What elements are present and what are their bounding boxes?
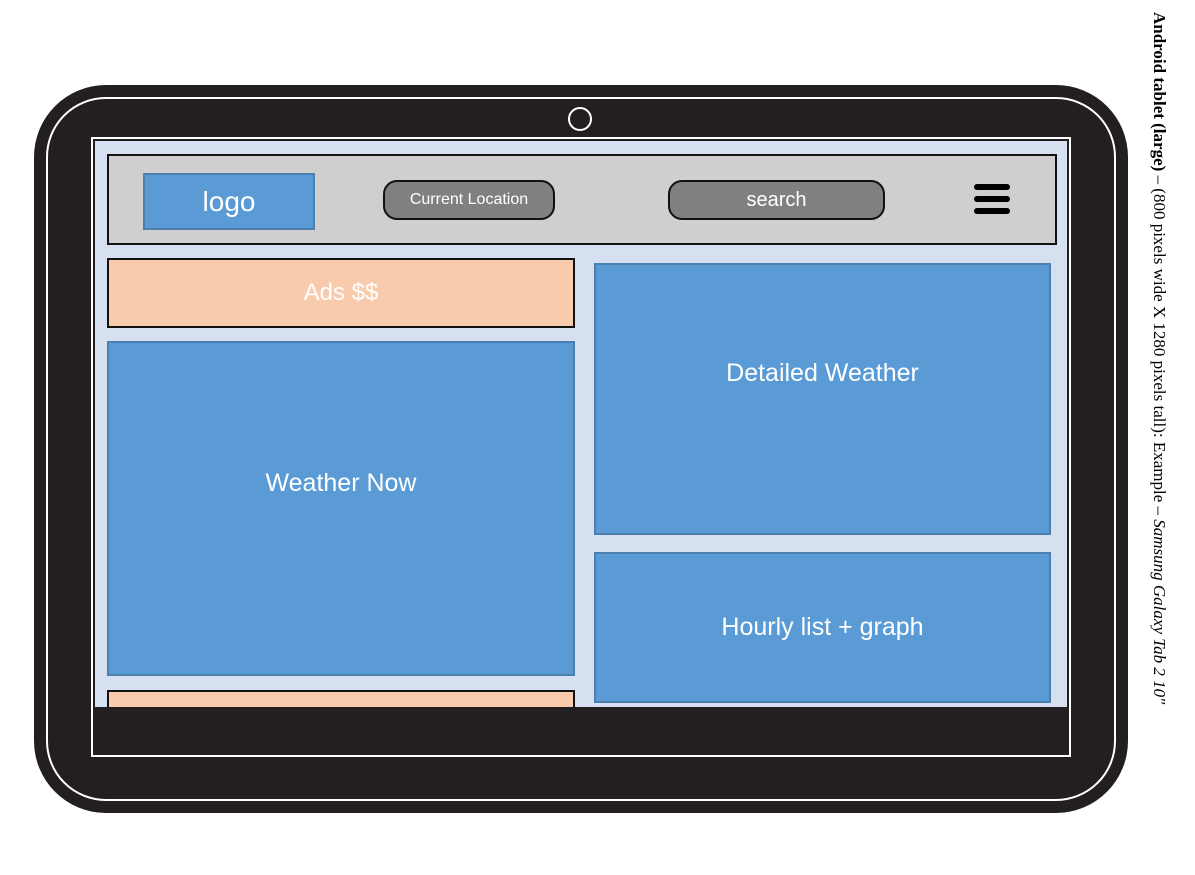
- app-header: logo Current Location search: [107, 154, 1057, 245]
- hamburger-menu-icon[interactable]: [974, 182, 1010, 216]
- device-caption: Android tablet (large) – (800 pixels wid…: [1148, 12, 1172, 862]
- search-button[interactable]: search: [668, 180, 885, 220]
- app-screen: logo Current Location search Ads $$ Weat…: [95, 141, 1067, 707]
- caption-title: Android tablet (large): [1150, 12, 1169, 172]
- weather-now-panel[interactable]: Weather Now: [107, 341, 575, 676]
- camera-icon: [568, 107, 592, 131]
- menu-bar: [974, 208, 1010, 214]
- wireframe-page: logo Current Location search Ads $$ Weat…: [0, 0, 1195, 875]
- hourly-list-graph-panel[interactable]: Hourly list + graph: [594, 552, 1051, 703]
- caption-detail: (800 pixels wide X 1280 pixels tall): Ex…: [1150, 188, 1169, 520]
- menu-bar: [974, 184, 1010, 190]
- current-location-button[interactable]: Current Location: [383, 180, 555, 220]
- device-caption-text: Android tablet (large) – (800 pixels wid…: [1149, 12, 1169, 704]
- detailed-weather-panel[interactable]: Detailed Weather: [594, 263, 1051, 535]
- tablet-screen: logo Current Location search Ads $$ Weat…: [91, 137, 1071, 757]
- menu-bar: [974, 196, 1010, 202]
- caption-model: Samsung Galaxy Tab 2 10": [1150, 519, 1169, 705]
- ads-banner-bottom[interactable]: [107, 690, 575, 707]
- ads-banner[interactable]: Ads $$: [107, 258, 575, 328]
- logo[interactable]: logo: [143, 173, 315, 230]
- caption-dash: –: [1150, 171, 1169, 189]
